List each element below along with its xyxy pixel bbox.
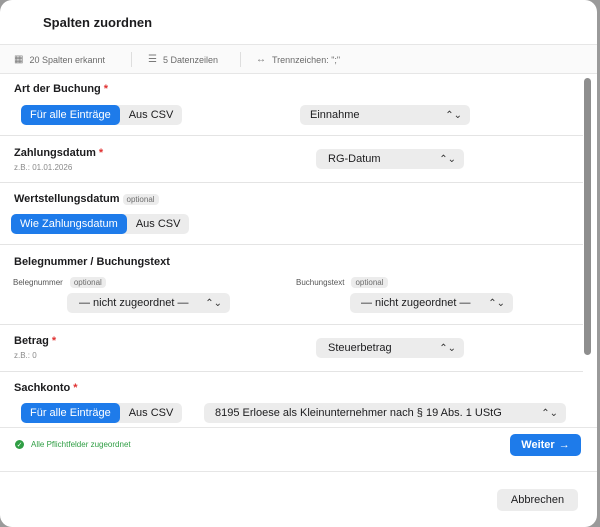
cancel-button[interactable]: Abbrechen xyxy=(497,489,578,511)
field-label: Wertstellungsdatum optional xyxy=(14,193,159,205)
toggle-from-csv[interactable]: Aus CSV xyxy=(120,403,183,423)
list-icon: ☰ xyxy=(148,54,157,65)
booking-type-select[interactable]: Einnahme ⌃⌄ xyxy=(300,105,470,125)
chevron-updown-icon: ⌃⌄ xyxy=(541,407,558,419)
field-hint: z.B.: 01.01.2026 xyxy=(14,163,73,172)
field-label: Zahlungsdatum * xyxy=(14,147,104,159)
toggle-all-entries[interactable]: Für alle Einträge xyxy=(21,403,120,423)
toggle-from-csv[interactable]: Aus CSV xyxy=(120,105,183,125)
status-text: Alle Pflichtfelder zugeordnet xyxy=(31,440,131,449)
divider xyxy=(0,471,597,472)
checkmark-icon: ✓ xyxy=(15,440,24,449)
optional-badge: optional xyxy=(122,194,159,205)
section-wertstellungsdatum: Wertstellungsdatum optional Wie Zahlungsd… xyxy=(0,183,583,245)
chevron-updown-icon: ⌃⌄ xyxy=(439,342,456,354)
divider xyxy=(131,52,132,67)
next-button[interactable]: Weiter → xyxy=(510,434,581,456)
section-betrag: Betrag * z.B.: 0 Steuerbetrag ⌃⌄ xyxy=(0,325,583,372)
columns-count: 20 Spalten erkannt xyxy=(29,54,106,65)
sub-label-buchungstext: Buchungstext optional xyxy=(296,277,388,288)
info-bar: ▦ 20 Spalten erkannt ☰ 5 Datenzeilen ↔ T… xyxy=(0,44,597,74)
dialog: Spalten zuordnen ▦ 20 Spalten erkannt ☰ … xyxy=(0,0,597,527)
section-sachkonto: Sachkonto * Für alle Einträge Aus CSV 819… xyxy=(0,372,583,427)
scrollbar[interactable] xyxy=(584,78,591,355)
status-message: ✓ Alle Pflichtfelder zugeordnet xyxy=(15,440,131,449)
source-toggle: Wie Zahlungsdatum Aus CSV xyxy=(11,214,190,234)
toggle-all-entries[interactable]: Für alle Einträge xyxy=(21,105,120,125)
field-label: Art der Buchung * xyxy=(14,83,109,95)
payment-date-select[interactable]: RG-Datum ⌃⌄ xyxy=(316,149,464,169)
rows-count: 5 Datenzeilen xyxy=(162,54,219,65)
dialog-title: Spalten zuordnen xyxy=(43,15,153,30)
divider xyxy=(240,52,241,67)
chevron-updown-icon: ⌃⌄ xyxy=(445,109,462,121)
source-toggle: Für alle Einträge Aus CSV xyxy=(21,403,183,423)
arrow-right-icon: → xyxy=(558,439,570,451)
field-label: Sachkonto * xyxy=(14,382,78,394)
toggle-from-csv[interactable]: Aus CSV xyxy=(127,214,190,234)
arrows-horizontal-icon: ↔ xyxy=(256,54,266,65)
ledger-account-select[interactable]: 8195 Erloese als Kleinunternehmer nach §… xyxy=(204,403,566,423)
delimiter-value: Trennzeichen: ";" xyxy=(272,54,341,65)
section-zahlungsdatum: Zahlungsdatum * z.B.: 01.01.2026 RG-Datum… xyxy=(0,136,583,183)
chevron-updown-icon: ⌃⌄ xyxy=(488,297,505,309)
booking-text-select[interactable]: — nicht zugeordnet — ⌃⌄ xyxy=(350,293,513,313)
toggle-same-as-payment[interactable]: Wie Zahlungsdatum xyxy=(11,214,127,234)
section-art-der-buchung: Art der Buchung * Für alle Einträge Aus C… xyxy=(0,73,583,136)
document-number-select[interactable]: — nicht zugeordnet — ⌃⌄ xyxy=(67,293,230,313)
chevron-updown-icon: ⌃⌄ xyxy=(205,297,222,309)
field-label: Betrag * xyxy=(14,335,57,347)
optional-badge: optional xyxy=(351,277,388,288)
columns-info: ▦ 20 Spalten erkannt xyxy=(14,54,105,65)
section-belegnummer: Belegnummer / Buchungstext Belegnummer op… xyxy=(0,245,583,325)
divider xyxy=(0,427,597,428)
delimiter-info: ↔ Trennzeichen: ";" xyxy=(256,54,340,65)
table-icon: ▦ xyxy=(14,54,24,65)
source-toggle: Für alle Einträge Aus CSV xyxy=(21,105,183,125)
chevron-updown-icon: ⌃⌄ xyxy=(439,153,456,165)
amount-select[interactable]: Steuerbetrag ⌃⌄ xyxy=(316,338,464,358)
field-label: Belegnummer / Buchungstext xyxy=(14,256,170,268)
field-hint: z.B.: 0 xyxy=(14,351,37,360)
sub-label-belegnummer: Belegnummer optional xyxy=(13,277,106,288)
rows-info: ☰ 5 Datenzeilen xyxy=(148,54,218,65)
optional-badge: optional xyxy=(69,277,106,288)
